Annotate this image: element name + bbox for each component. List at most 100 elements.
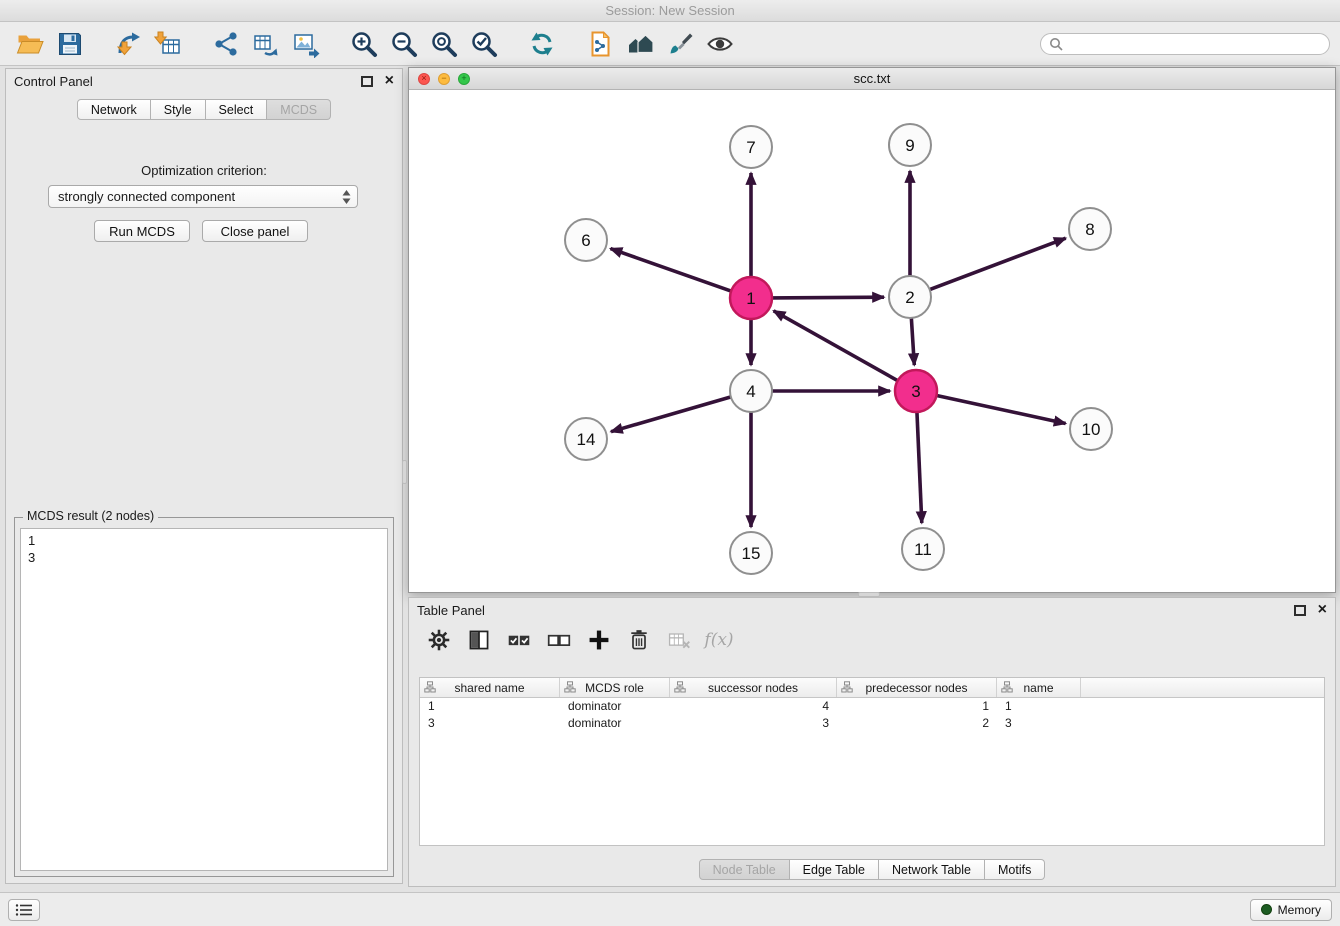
close-panel-icon[interactable]: × <box>1318 603 1327 617</box>
new-network-button[interactable] <box>206 25 246 63</box>
table-cell[interactable]: 3 <box>670 715 837 732</box>
home-button[interactable] <box>620 25 660 63</box>
mcds-result-title: MCDS result (2 nodes) <box>23 509 158 523</box>
import-table-button[interactable] <box>148 25 188 63</box>
node-label-6: 6 <box>581 231 590 250</box>
zoom-fit-icon <box>430 30 458 58</box>
edge-1-to-6[interactable] <box>611 249 733 292</box>
task-history-button[interactable] <box>8 899 40 921</box>
memory-status-icon <box>1261 904 1272 915</box>
control-panel-title: Control Panel <box>14 74 93 89</box>
optimization-criterion-select[interactable]: strongly connected component <box>48 185 358 208</box>
table-cell[interactable]: 1 <box>997 698 1081 715</box>
close-window-icon[interactable]: × <box>418 73 430 85</box>
table-cell[interactable]: 1 <box>837 698 997 715</box>
refresh-view-button[interactable] <box>522 25 562 63</box>
show-graphics-details-button[interactable] <box>700 25 740 63</box>
edge-4-to-14[interactable] <box>611 397 732 432</box>
float-panel-icon[interactable] <box>361 76 373 87</box>
column-header-predecessor-nodes[interactable]: predecessor nodes <box>837 678 997 697</box>
node-table: shared name MCDS role successor nodesprede… <box>419 677 1325 846</box>
node-label-15: 15 <box>742 544 761 563</box>
tab-motifs[interactable]: Motifs <box>985 859 1045 880</box>
table-cell[interactable]: dominator <box>560 715 670 732</box>
save-session-button[interactable] <box>50 25 90 63</box>
control-panel-tabs: NetworkStyleSelectMCDS <box>6 99 402 120</box>
export-image-button[interactable] <box>286 25 326 63</box>
show-columns-button[interactable] <box>461 624 497 656</box>
export-table-icon <box>252 30 280 58</box>
table-settings-button[interactable] <box>421 624 457 656</box>
save-icon <box>56 30 84 58</box>
edge-1-to-2[interactable] <box>771 297 884 298</box>
network-window-titlebar: × − + scc.txt <box>409 68 1335 90</box>
column-header-label: shared name <box>454 681 524 695</box>
zoom-fit-button[interactable] <box>424 25 464 63</box>
column-header-MCDS-role[interactable]: MCDS role <box>560 678 670 697</box>
search-field[interactable] <box>1040 33 1330 55</box>
paint-style-button[interactable] <box>660 25 700 63</box>
minimize-window-icon[interactable]: − <box>438 73 450 85</box>
tab-select[interactable]: Select <box>206 99 268 120</box>
table-row[interactable]: 3dominator323 <box>420 715 1324 732</box>
zoom-in-button[interactable] <box>344 25 384 63</box>
memory-button[interactable]: Memory <box>1250 899 1332 921</box>
delete-rows-button[interactable] <box>621 624 657 656</box>
close-panel-button[interactable]: Close panel <box>202 220 308 242</box>
column-header-label: MCDS role <box>585 681 644 695</box>
table-panel-header: Table Panel × <box>409 598 1335 622</box>
table-cell[interactable]: 2 <box>837 715 997 732</box>
node-label-10: 10 <box>1082 420 1101 439</box>
edge-2-to-8[interactable] <box>929 238 1066 290</box>
zoom-selected-button[interactable] <box>464 25 504 63</box>
zoom-in-icon <box>350 30 378 58</box>
tab-mcds[interactable]: MCDS <box>267 99 331 120</box>
table-panel-title: Table Panel <box>417 603 485 618</box>
close-panel-icon[interactable]: × <box>385 74 394 88</box>
new-network-icon <box>212 30 240 58</box>
table-cell[interactable]: 4 <box>670 698 837 715</box>
panel-splitter-vertical[interactable] <box>402 460 407 484</box>
tab-network-table[interactable]: Network Table <box>879 859 985 880</box>
table-cell[interactable]: dominator <box>560 698 670 715</box>
column-header-shared-name[interactable]: shared name <box>420 678 560 697</box>
node-label-14: 14 <box>577 430 596 449</box>
tab-network[interactable]: Network <box>77 99 151 120</box>
window-controls: × − + <box>409 73 470 85</box>
table-cell[interactable]: 1 <box>420 698 560 715</box>
new-network-from-selection-button[interactable] <box>580 25 620 63</box>
gear-icon <box>427 628 451 652</box>
tab-style[interactable]: Style <box>151 99 206 120</box>
refresh-icon <box>528 30 556 58</box>
float-panel-icon[interactable] <box>1294 605 1306 616</box>
open-file-button[interactable] <box>10 25 50 63</box>
window-title: Session: New Session <box>605 3 734 18</box>
column-header-filler <box>1081 678 1324 697</box>
table-row[interactable]: 1dominator411 <box>420 698 1324 715</box>
import-network-button[interactable] <box>108 25 148 63</box>
deselect-all-button[interactable] <box>541 624 577 656</box>
zoom-out-button[interactable] <box>384 25 424 63</box>
export-network-button[interactable] <box>246 25 286 63</box>
edge-3-to-10[interactable] <box>936 395 1066 423</box>
tab-edge-table[interactable]: Edge Table <box>790 859 879 880</box>
eye-icon <box>706 30 734 58</box>
column-header-successor-nodes[interactable]: successor nodes <box>670 678 837 697</box>
edge-3-to-1[interactable] <box>774 311 899 381</box>
control-panel-body: NetworkStyleSelectMCDS Optimization crit… <box>6 93 402 883</box>
column-header-name[interactable]: name <box>997 678 1081 697</box>
select-all-button[interactable] <box>501 624 537 656</box>
table-cell[interactable]: 3 <box>420 715 560 732</box>
tab-node-table[interactable]: Node Table <box>699 859 790 880</box>
criterion-selected-value: strongly connected component <box>58 189 342 204</box>
run-mcds-button[interactable]: Run MCDS <box>94 220 190 242</box>
plus-icon <box>587 628 611 652</box>
network-graph[interactable]: 7968124314101511 <box>409 90 1335 592</box>
zoom-window-icon[interactable]: + <box>458 73 470 85</box>
search-input[interactable] <box>1068 37 1321 51</box>
table-cell[interactable]: 3 <box>997 715 1081 732</box>
add-row-button[interactable] <box>581 624 617 656</box>
node-label-3: 3 <box>911 382 920 401</box>
edge-2-to-3[interactable] <box>911 317 914 365</box>
edge-3-to-11[interactable] <box>917 411 922 523</box>
